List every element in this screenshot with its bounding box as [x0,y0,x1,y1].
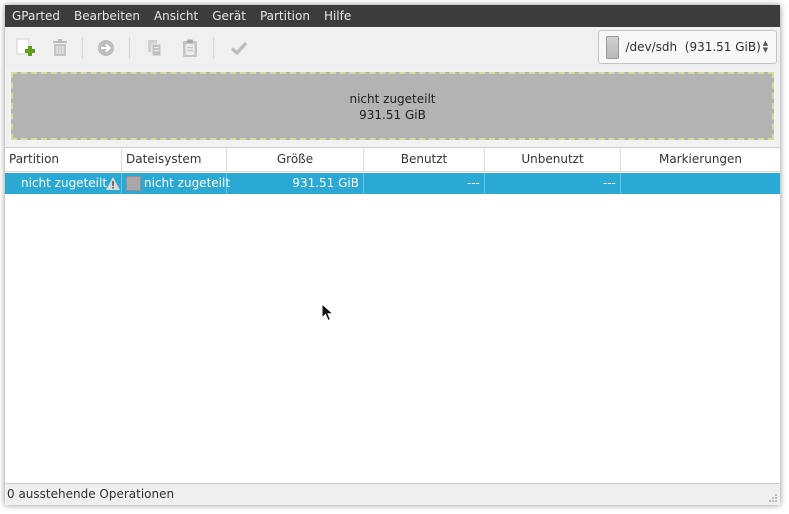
gparted-window: GParted Bearbeiten Ansicht Gerät Partiti… [5,5,780,505]
disk-graphic-unallocated[interactable]: nicht zugeteilt 931.51 GiB [11,72,774,140]
delete-icon [53,39,67,56]
partition-table: Partition Dateisystem Größe Benutzt Unbe… [5,147,780,484]
device-selector[interactable]: /dev/sdh (931.51 GiB) ▲ ▼ [598,30,777,64]
copy-button[interactable] [142,35,168,61]
toolbar: /dev/sdh (931.51 GiB) ▲ ▼ [5,27,780,69]
menu-gparted[interactable]: GParted [5,5,67,27]
menu-partition[interactable]: Partition [253,5,317,27]
cell-size: 931.51 GiB [227,173,364,194]
column-header-filesystem[interactable]: Dateisystem [122,148,227,171]
disk-graphic-name: nicht zugeteilt [349,92,436,106]
paste-icon [183,39,197,57]
harddisk-icon [606,35,620,59]
column-header-unused[interactable]: Unbenutzt [485,148,621,171]
column-header-partition[interactable]: Partition [5,148,122,171]
menu-ansicht[interactable]: Ansicht [147,5,205,27]
cell-used: --- [364,173,485,194]
new-partition-button[interactable] [13,35,39,61]
resize-grip-icon[interactable] [768,493,778,503]
partition-name: nicht zugeteilt [21,176,108,190]
disk-graphic-label: nicht zugeteilt 931.51 GiB [13,91,772,123]
menu-geraet[interactable]: Gerät [205,5,253,27]
menu-hilfe[interactable]: Hilfe [317,5,358,27]
mouse-cursor-icon [321,303,335,322]
menubar: GParted Bearbeiten Ansicht Gerät Partiti… [5,5,780,27]
apply-icon [230,41,248,55]
delete-button[interactable] [47,35,73,61]
cell-unused: --- [485,173,621,194]
device-label: /dev/sdh (931.51 GiB) [625,40,761,54]
resize-move-button[interactable] [93,35,119,61]
resize-move-icon [98,40,114,56]
menu-bearbeiten[interactable]: Bearbeiten [67,5,147,27]
warning-icon [106,177,120,190]
table-header: Partition Dateisystem Größe Benutzt Unbe… [5,148,780,172]
statusbar: 0 ausstehende Operationen [5,484,780,505]
apply-button[interactable] [226,35,252,61]
column-header-flags[interactable]: Markierungen [621,148,780,171]
pending-operations-text: 0 ausstehende Operationen [7,487,175,501]
disk-graphic-size: 931.51 GiB [359,108,426,122]
toolbar-separator [213,37,214,59]
toolbar-separator [82,37,83,59]
copy-icon [148,40,162,57]
paste-button[interactable] [177,35,203,61]
cell-filesystem: nicht zugeteilt [122,173,230,194]
toolbar-separator [129,37,130,59]
table-row[interactable]: nicht zugeteilt nicht zugeteilt 931.51 G… [5,173,780,194]
cell-flags [621,173,780,194]
new-partition-icon [16,38,35,56]
spin-arrows-icon: ▲ ▼ [762,39,769,54]
column-header-size[interactable]: Größe [227,148,364,171]
column-header-used[interactable]: Benutzt [364,148,485,171]
